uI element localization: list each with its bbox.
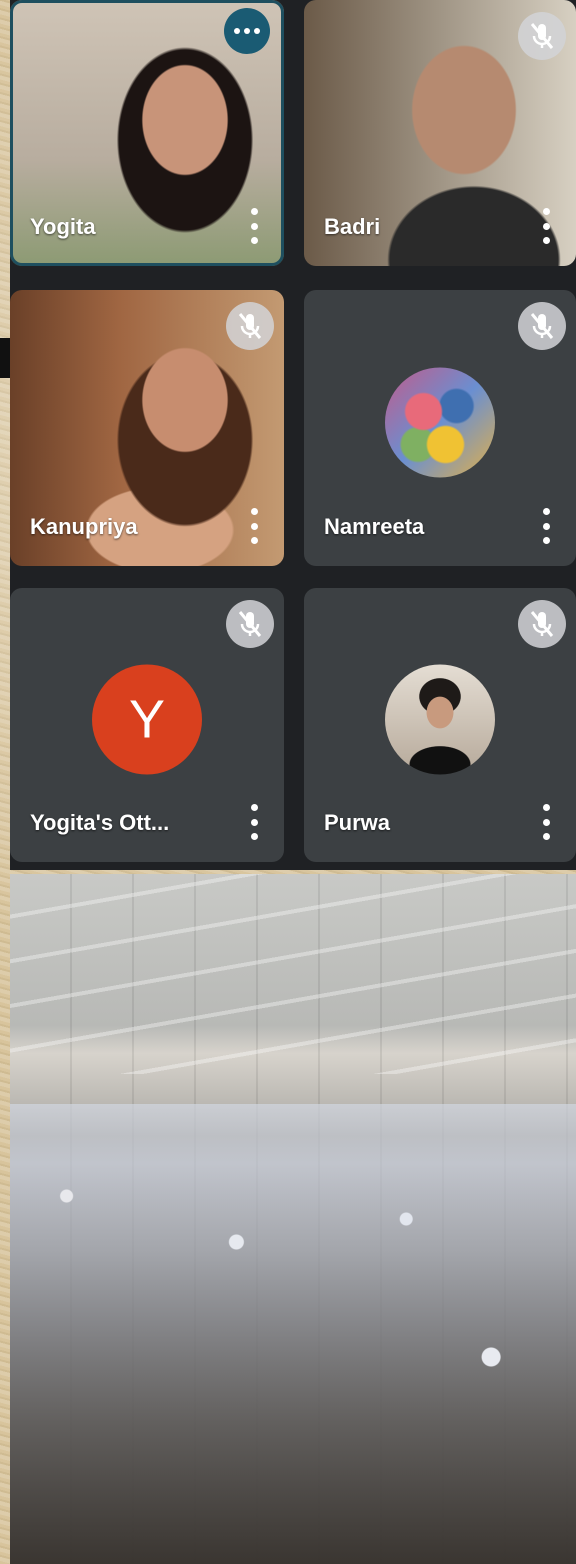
ceiling-lights: [10, 874, 576, 1074]
participant-name: Yogita: [30, 214, 96, 239]
more-vert-icon[interactable]: [542, 508, 550, 544]
mic-off-icon: [518, 12, 566, 60]
mic-off-icon: [226, 302, 274, 350]
mic-off-icon: [518, 302, 566, 350]
participant-tile-yogitas-other[interactable]: Y Yogita's Ott...: [10, 588, 284, 862]
more-vert-icon[interactable]: [250, 508, 258, 544]
participant-tile-yogita[interactable]: Yogita: [10, 0, 284, 266]
avatar: [385, 664, 495, 775]
participant-name: Namreeta: [324, 514, 425, 539]
participant-name: Badri: [324, 214, 381, 239]
more-vert-icon[interactable]: [542, 208, 550, 244]
participant-tile-badri[interactable]: Badri: [304, 0, 576, 266]
avatar: [385, 367, 495, 478]
more-vert-icon[interactable]: [542, 804, 550, 840]
more-vert-icon[interactable]: [250, 208, 258, 244]
participant-tile-namreeta[interactable]: Namreeta: [304, 290, 576, 566]
audience: [10, 1104, 576, 1564]
participant-name: Kanupriya: [30, 514, 138, 539]
participant-tile-purwa[interactable]: Purwa: [304, 588, 576, 862]
participant-name: Yogita's Ott...: [30, 810, 170, 835]
mic-off-icon: [518, 600, 566, 648]
participant-tile-kanupriya[interactable]: Kanupriya: [10, 290, 284, 566]
mic-off-icon: [226, 600, 274, 648]
avatar: Y: [92, 664, 202, 775]
video-call-grid: Yogita Badri Kanupriya Namreeta Y Yogita…: [10, 0, 576, 870]
participant-name: Purwa: [324, 810, 391, 835]
lecture-hall-photo: [10, 874, 576, 1564]
audio-activity-icon: [224, 8, 270, 54]
more-vert-icon[interactable]: [250, 804, 258, 840]
